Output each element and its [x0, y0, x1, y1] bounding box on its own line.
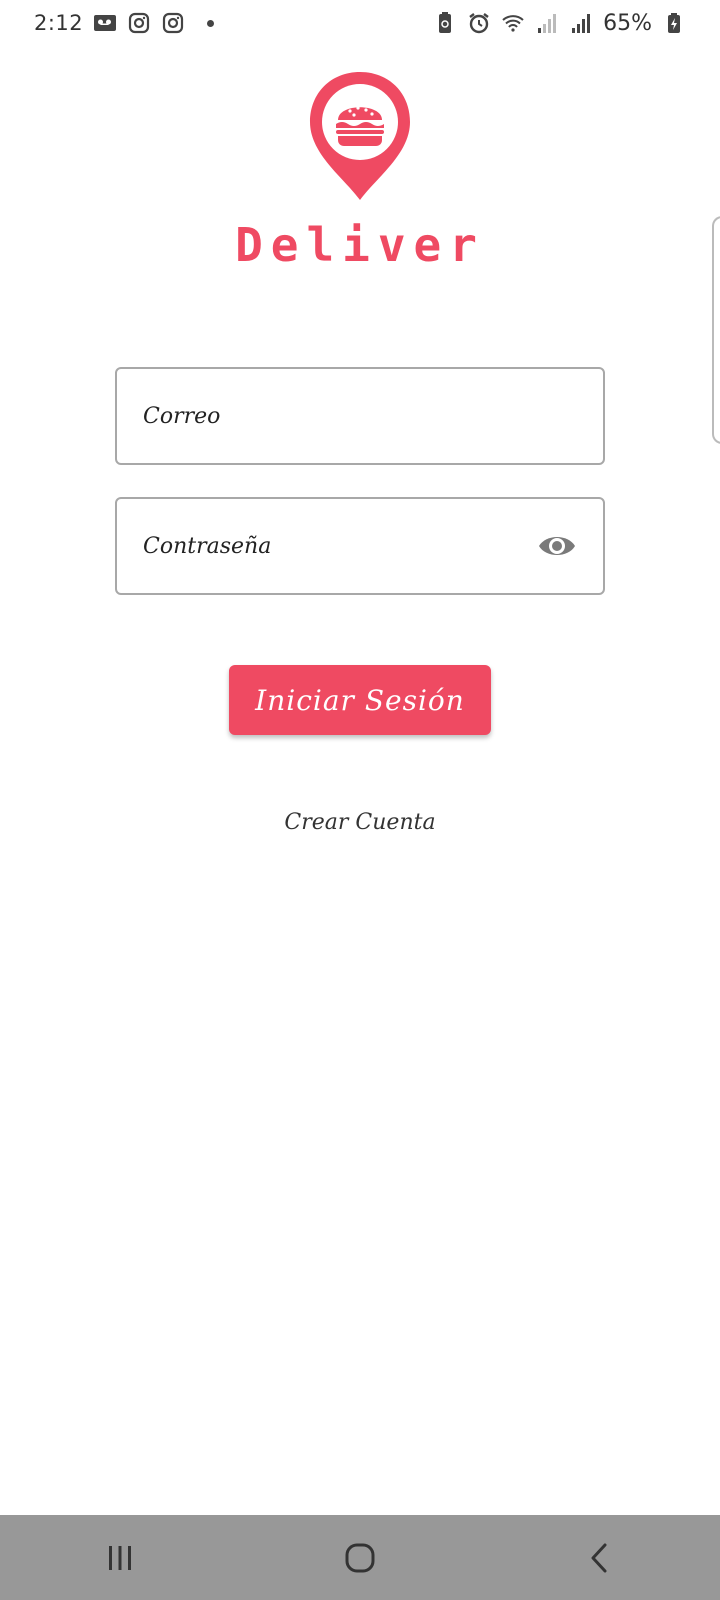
signal-icon [569, 11, 593, 35]
login-screen: 2:12 65% Deliver Correo Contraseña Inici… [0, 0, 720, 1600]
battery-saver-icon [433, 11, 457, 35]
app-name: Deliver [235, 218, 485, 272]
status-bar: 2:12 65% [0, 0, 720, 46]
signal-icon [535, 11, 559, 35]
create-account-link[interactable]: Crear Cuenta [0, 810, 720, 835]
alarm-icon [467, 11, 491, 35]
instagram-icon [127, 11, 151, 35]
login-button[interactable]: Iniciar Sesión [229, 665, 491, 735]
password-placeholder: Contraseña [143, 533, 272, 559]
status-time: 2:12 [34, 11, 84, 35]
voicemail-icon [93, 11, 117, 35]
burger-location-pin-icon [306, 70, 414, 202]
status-left: 2:12 [34, 11, 215, 35]
status-right: 65% [433, 11, 686, 36]
battery-percent: 65% [603, 10, 652, 36]
battery-charging-icon [662, 11, 686, 35]
back-icon[interactable] [570, 1528, 630, 1588]
instagram-icon [161, 11, 185, 35]
recent-apps-icon[interactable] [90, 1528, 150, 1588]
home-icon[interactable] [330, 1528, 390, 1588]
password-field[interactable]: Contraseña [115, 497, 605, 595]
navigation-bar [0, 1515, 720, 1600]
email-field[interactable]: Correo [115, 367, 605, 465]
eye-icon[interactable] [537, 526, 577, 566]
notification-dot [207, 19, 215, 27]
email-placeholder: Correo [143, 403, 221, 429]
wifi-icon [501, 11, 525, 35]
